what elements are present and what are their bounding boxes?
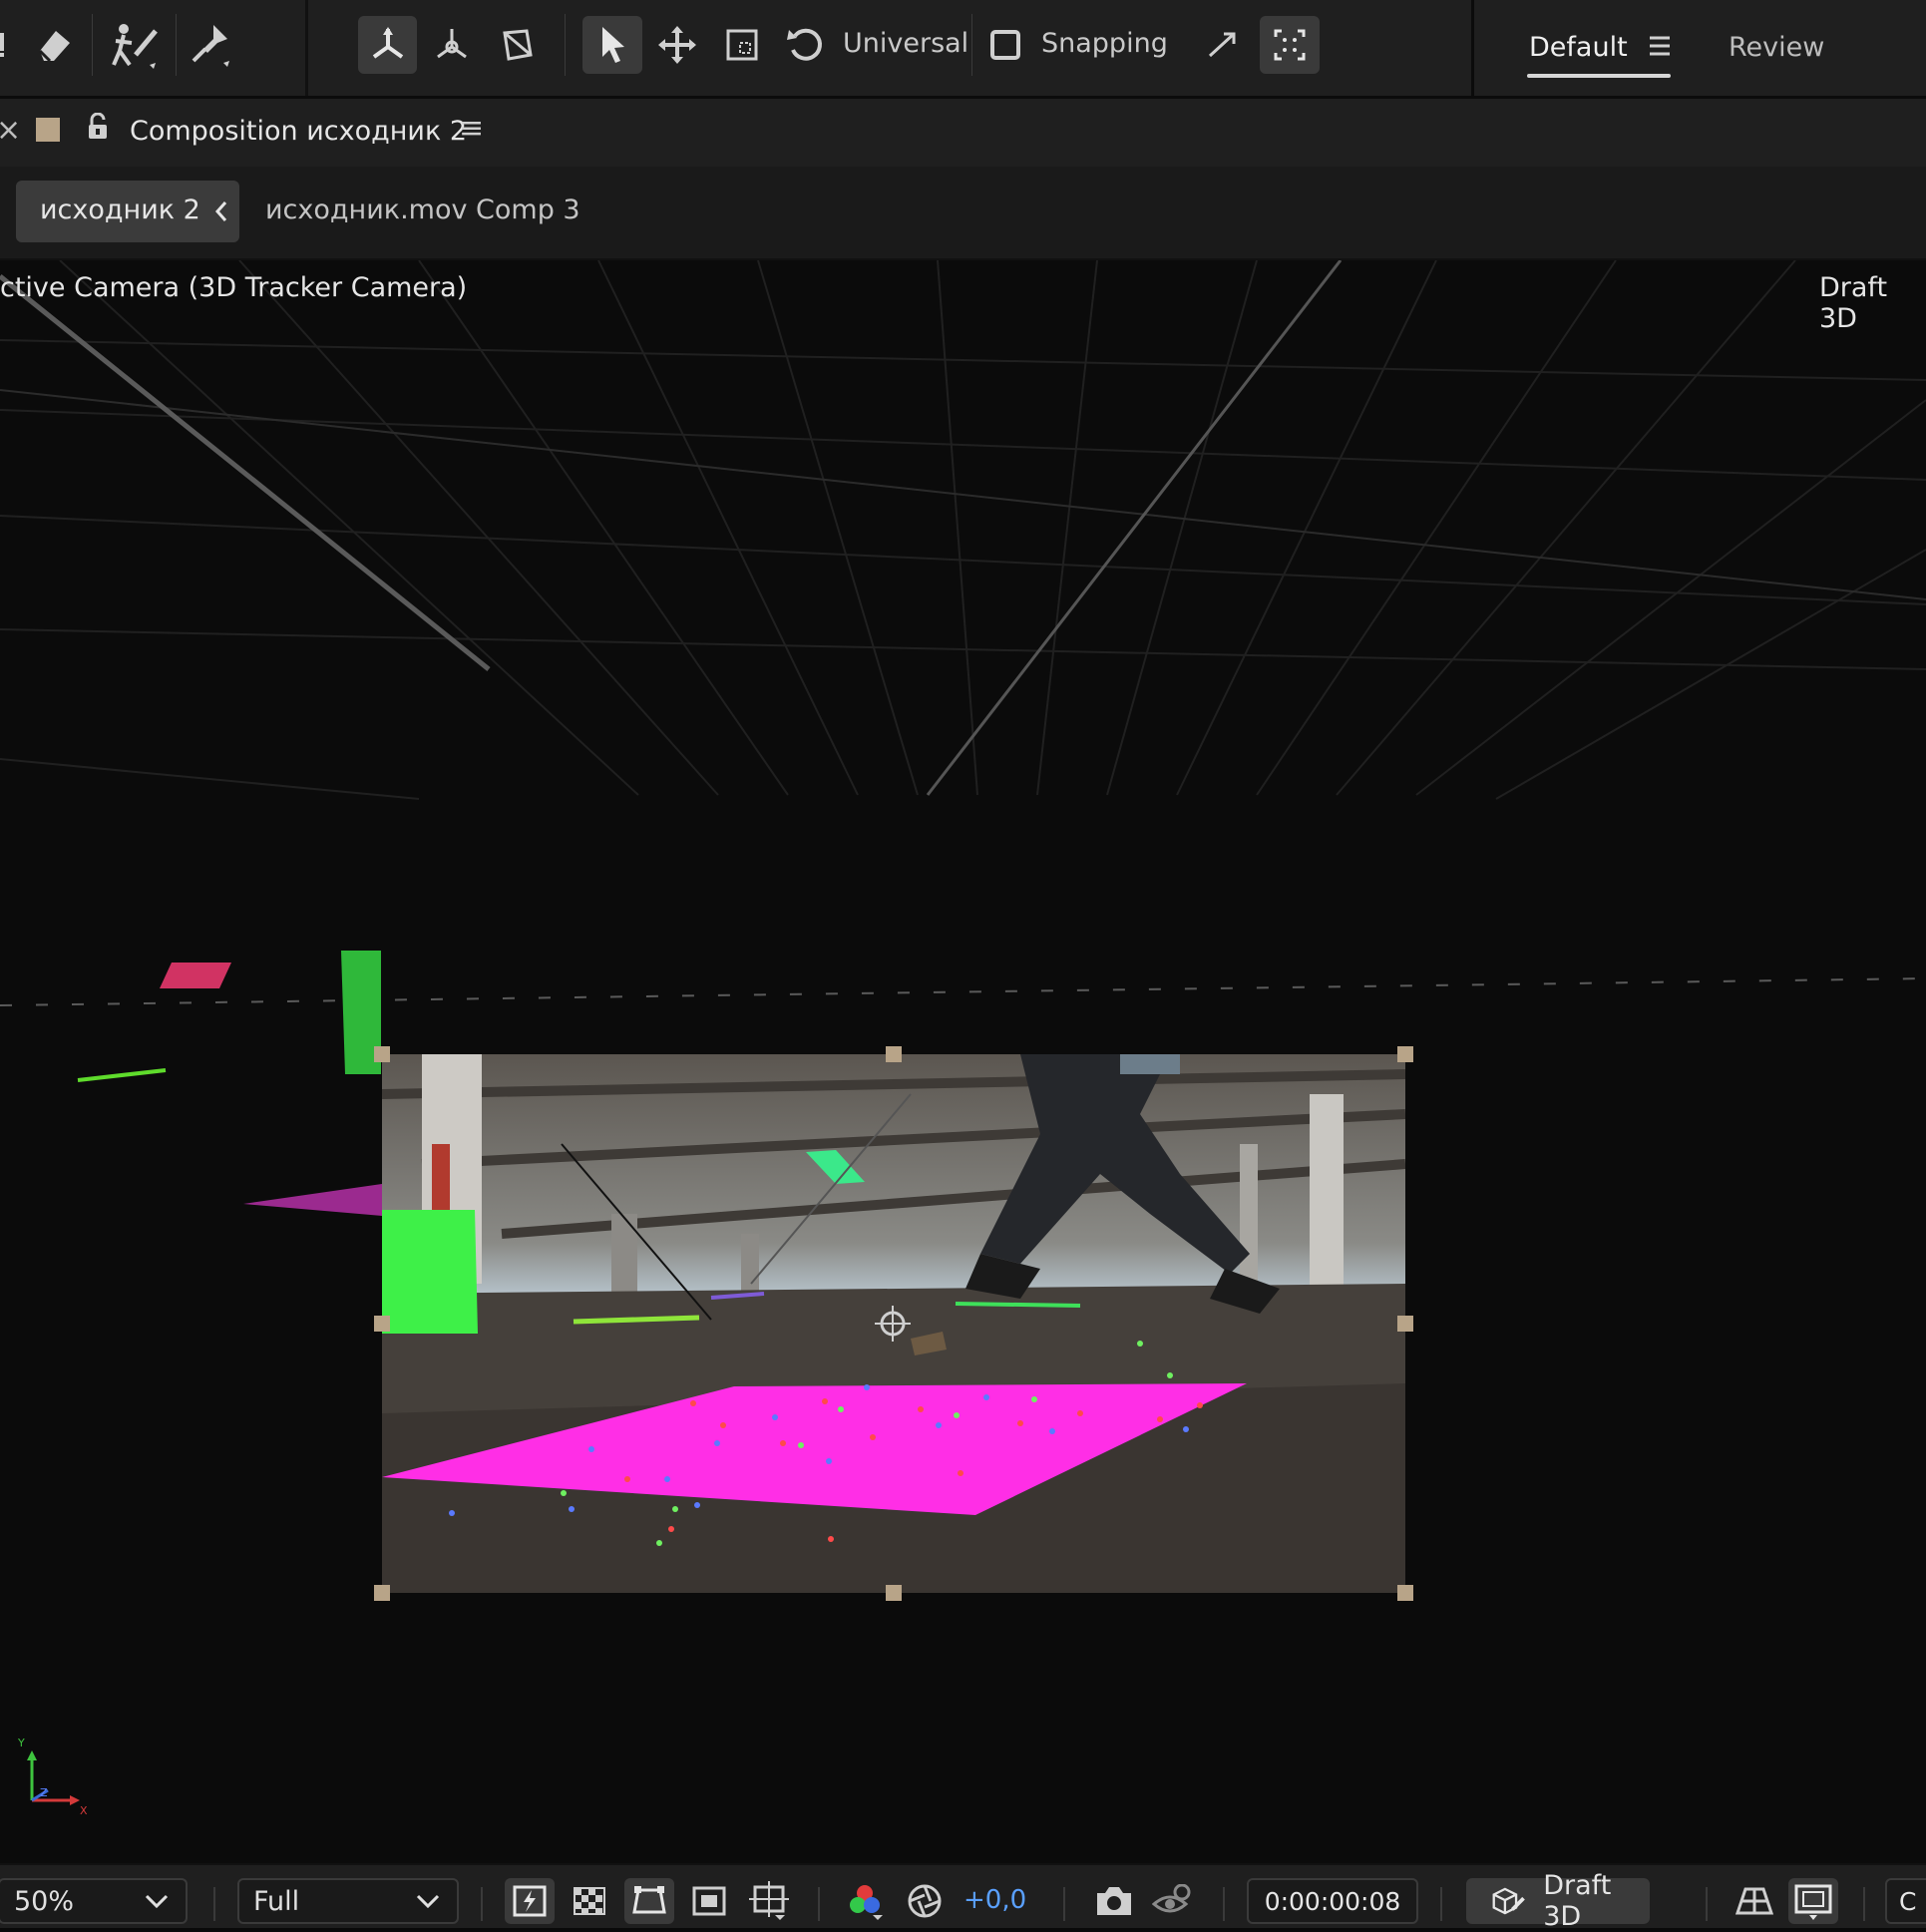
composition-panel-tab: × Composition исходник 2 ≡ [0,99,1926,167]
footage-layer[interactable] [382,1054,1405,1593]
transparency-grid-button[interactable] [565,1878,614,1924]
transform-handle-right[interactable] [1397,1316,1413,1332]
snapping-label[interactable]: Snapping [1041,28,1168,59]
active-workspace-indicator [1527,74,1671,78]
tools-panel: Universal Snapping Default Review [0,0,1926,99]
composition-viewer[interactable]: ctive Camera (3D Tracker Camera) Draft 3… [0,260,1926,1863]
world-axis-mode-icon[interactable] [424,16,480,74]
resolution-dropdown[interactable]: Full [237,1878,459,1924]
track-plane-magenta-offframe[interactable] [243,1184,382,1216]
show-channel-button[interactable] [840,1878,890,1924]
exposure-aperture-icon [908,1884,942,1918]
roto-brush-tool-icon[interactable] [108,16,164,74]
composition-breadcrumb: исходник 2 исходник.mov Comp 3 [0,167,1926,260]
region-of-interest-button[interactable] [684,1878,734,1924]
extended-viewer-button[interactable] [1788,1878,1838,1924]
current-time-field[interactable]: 0:00:00:08 [1247,1878,1418,1924]
take-snapshot-button[interactable] [1089,1878,1139,1924]
camera-view-dropdown[interactable]: C [1885,1878,1926,1924]
transform-handle-bottom-left[interactable] [374,1585,390,1601]
scale-tool-icon[interactable] [714,16,770,74]
track-solid-green[interactable] [382,1210,478,1334]
eraser-tool-icon[interactable] [26,16,82,74]
camera-icon [1097,1887,1131,1915]
fast-previews-button[interactable] [505,1878,555,1924]
chevron-left-icon [214,201,227,221]
ground-plane-icon [1735,1887,1773,1915]
track-line-green-right[interactable] [955,1302,1081,1308]
show-snapshot-icon [1152,1884,1191,1913]
region-of-interest-icon [692,1886,726,1916]
snapping-checkbox[interactable] [977,16,1033,74]
grid-guides-icon [749,1881,789,1920]
current-time-value: 0:00:00:08 [1264,1886,1401,1916]
track-plane-red[interactable] [160,963,231,988]
mask-path-icon [632,1886,666,1914]
chevron-down-icon [145,1894,169,1909]
transform-handle-top[interactable] [886,1046,902,1062]
mask-visibility-button[interactable] [624,1878,674,1924]
draft-3d-icon [1492,1887,1525,1915]
snap-edge-icon[interactable] [1195,16,1251,74]
magnification-dropdown[interactable]: 50% [0,1878,188,1924]
move-tool-icon[interactable] [649,16,705,74]
breadcrumb-item-next[interactable]: исходник.mov Comp 3 [265,194,580,225]
transform-handle-bottom[interactable] [886,1585,902,1601]
unlock-icon[interactable] [86,112,110,147]
axis-gizmo: Y Z X [18,1737,88,1816]
chevron-down-icon [416,1894,440,1909]
show-snapshot-button[interactable] [1147,1878,1197,1924]
axis-y-label: Y [18,1737,25,1749]
panel-menu-icon[interactable]: ≡ [459,111,484,146]
camera-view-value: C [1899,1886,1917,1916]
draft-3d-toggle[interactable]: Draft 3D [1466,1870,1650,1932]
axis-x-label: X [80,1804,88,1816]
magnification-value: 50% [14,1885,75,1917]
local-axis-mode-icon[interactable] [358,16,417,74]
fast-previews-icon [513,1885,547,1917]
rotate-tool-icon[interactable] [778,16,834,74]
3d-ground-plane-button[interactable] [1730,1878,1779,1924]
puppet-pin-tool-icon[interactable] [184,16,239,74]
panel-title[interactable]: Composition исходник 2 [130,116,467,147]
axis-z-label: Z [40,1786,48,1799]
footage-frame [382,1054,1405,1593]
exposure-value[interactable]: +0,0 [963,1885,1026,1915]
draft-3d-label: Draft 3D [1543,1870,1612,1932]
transform-handle-top-left[interactable] [374,1046,390,1062]
track-line-green[interactable] [77,1068,167,1082]
transform-handle-bottom-right[interactable] [1397,1585,1413,1601]
checkerboard-icon [574,1887,605,1915]
resolution-value: Full [253,1885,300,1917]
axis-mode-label[interactable]: Universal [843,28,968,59]
workspace-tab-review[interactable]: Review [1729,32,1824,63]
workspace-tab-default[interactable]: Default [1529,32,1628,63]
viewer-controls-bar: 50% Full +0,0 0:00:00:08 Draft 3D C [0,1863,1926,1932]
snap-features-icon[interactable] [1260,16,1320,74]
breadcrumb-item-active[interactable]: исходник 2 [16,181,239,242]
label-color-swatch[interactable] [36,118,60,142]
close-panel-icon[interactable]: × [0,113,21,148]
transform-handle-left[interactable] [374,1316,390,1332]
view-axis-mode-icon[interactable] [489,16,545,74]
extended-viewer-icon [1794,1884,1832,1920]
grid-guides-button[interactable] [744,1878,794,1924]
workspace-menu-icon[interactable] [1648,34,1672,62]
rgb-channels-icon [850,1885,883,1920]
breadcrumb-active-label: исходник 2 [40,194,200,225]
reset-exposure-button[interactable] [900,1878,950,1924]
transform-handle-top-right[interactable] [1397,1046,1413,1062]
clone-stamp-tool-icon[interactable] [0,16,26,74]
selection-tool-icon[interactable] [582,16,642,74]
